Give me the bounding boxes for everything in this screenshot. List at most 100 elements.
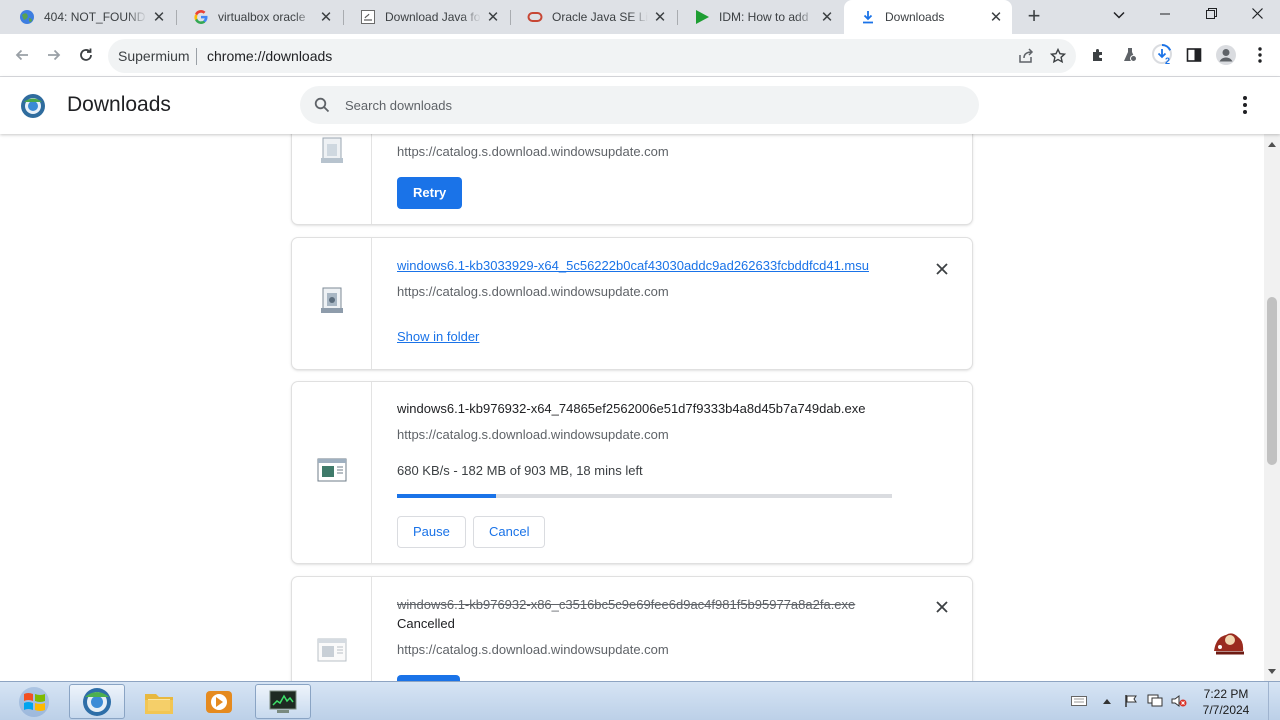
tab-close-icon[interactable]: ✕ [984,8,1008,26]
volume-muted-icon[interactable] [1170,692,1188,710]
cancel-button[interactable]: Cancel [473,516,546,548]
reload-icon[interactable] [72,41,100,69]
close-window-button[interactable] [1234,0,1280,30]
page-title: Downloads [67,93,171,116]
clock-time: 7:22 PM [1203,687,1249,701]
pause-button[interactable]: Pause [397,516,466,548]
show-desktop-button[interactable] [1268,682,1280,720]
supermium-logo-icon [20,93,46,119]
tab-search-chevron-down-icon[interactable] [1096,0,1142,30]
download-progress-text: 680 KB/s - 182 MB of 903 MB, 18 mins lef… [397,463,643,478]
keyboard-tray-icon[interactable] [1070,692,1088,710]
downloads-more-menu-icon[interactable] [1233,93,1257,117]
show-hidden-icons-arrow-icon[interactable] [1098,692,1116,710]
download-item-cancelled: windows6.1-kb976932-x86_c3516bc5c9e69fee… [292,577,972,681]
download-item-in-progress: windows6.1-kb976932-x64_74865ef2562006e5… [292,382,972,563]
clock-date: 7/7/2024 [1202,703,1250,717]
action-center-flag-icon[interactable] [1122,692,1140,710]
tab-title: Oracle Java SE Lice [552,10,648,24]
java-favicon-icon [360,9,376,25]
tab-strip: 404: NOT_FOUND ✕ virtualbox oracle ✕ Dow… [0,0,1280,34]
download-item: windows6.1-kb3033929-x64_5c56222b0caf430… [292,238,972,369]
page-scrollbar[interactable] [1264,134,1280,681]
tab-idm-how-to[interactable]: IDM: How to add ✕ [678,0,843,34]
tab-title: Download Java for [385,10,481,24]
download-source-url[interactable]: https://catalog.s.download.windowsupdate… [397,144,669,159]
google-favicon-icon [193,9,209,25]
search-input[interactable] [345,86,945,124]
url-text[interactable]: chrome://downloads [207,48,332,64]
tab-title: IDM: How to add [719,10,809,24]
tab-downloads[interactable]: Downloads ✕ [844,0,1012,34]
exe-file-icon [317,637,347,668]
download-filename: windows6.1-kb976932-x64_74865ef2562006e5… [397,401,866,416]
download-filename: windows6.1-kb976932-x86_c3516bc5c9e69fee… [397,597,856,612]
download-item: https://catalog.s.download.windowsupdate… [292,134,972,224]
remove-download-close-icon[interactable] [934,261,950,277]
browser-toolbar: Supermium chrome://downloads 2 [0,34,1280,77]
bookmark-star-icon[interactable] [1044,42,1072,70]
download-progress-icon [1152,44,1172,64]
new-tab-button[interactable]: + [1021,4,1047,30]
download-source-url[interactable]: https://catalog.s.download.windowsupdate… [397,427,669,442]
remove-download-close-icon[interactable] [934,599,950,615]
scroll-down-arrow-icon[interactable] [1264,663,1280,679]
download-source-url[interactable]: https://catalog.s.download.windowsupdate… [397,284,669,299]
browser-menu-icon[interactable] [1246,41,1274,69]
download-progress-fill [397,494,496,498]
download-favicon-icon [860,9,876,25]
exe-file-icon [317,457,347,488]
downloads-list: https://catalog.s.download.windowsupdate… [0,134,1264,681]
installer-file-icon [318,136,346,171]
taskbar-task-manager-icon[interactable] [255,684,311,719]
extensions-puzzle-icon[interactable] [1084,41,1112,69]
downloads-header: Downloads [0,77,1280,134]
back-arrow-icon[interactable] [8,41,36,69]
tab-title: 404: NOT_FOUND [44,10,146,24]
download-progress-bar [397,494,892,498]
search-icon [314,97,330,118]
msu-installer-file-icon [318,286,346,321]
show-in-folder-link[interactable]: Show in folder [397,329,479,344]
tab-close-icon[interactable]: ✕ [147,8,171,26]
windows-start-button[interactable] [14,685,54,719]
tab-close-icon[interactable]: ✕ [815,8,839,26]
taskbar-media-player-icon[interactable] [191,684,247,719]
share-icon[interactable] [1012,42,1040,70]
tab-close-icon[interactable]: ✕ [648,8,672,26]
tab-download-java[interactable]: Download Java for ✕ [344,0,509,34]
download-filename-link[interactable]: windows6.1-kb3033929-x64_5c56222b0caf430… [397,258,869,273]
scrollbar-thumb[interactable] [1267,297,1277,465]
taskbar-chromium-browser-icon[interactable] [69,684,125,719]
system-clock[interactable]: 7:22 PM 7/7/2024 [1196,686,1256,718]
taskbar-file-explorer-icon[interactable] [131,684,187,719]
desktop-mascot-icon [1210,627,1248,662]
tab-close-icon[interactable]: ✕ [314,8,338,26]
idm-favicon-icon [694,9,710,25]
tab-title: virtualbox oracle [218,10,306,24]
globe-favicon-icon [19,9,35,25]
downloads-toolbar-button[interactable]: 2 [1148,41,1176,69]
network-tray-icon[interactable] [1146,692,1164,710]
tab-close-icon[interactable]: ✕ [481,8,505,26]
scroll-up-arrow-icon[interactable] [1264,136,1280,152]
download-source-url[interactable]: https://catalog.s.download.windowsupdate… [397,642,669,657]
extension-beaker-icon[interactable] [1116,41,1144,69]
site-chip: Supermium [118,48,190,64]
search-downloads-box[interactable] [300,86,979,124]
oracle-favicon-icon [527,9,543,25]
profile-avatar-icon[interactable] [1212,41,1240,69]
minimize-button[interactable] [1142,0,1188,30]
tab-oracle-java-license[interactable]: Oracle Java SE Lice ✕ [511,0,676,34]
tab-title: Downloads [885,10,945,24]
address-bar[interactable]: Supermium chrome://downloads [108,39,1076,73]
restore-button[interactable] [1188,0,1234,30]
windows-taskbar: 7:22 PM 7/7/2024 [0,681,1280,720]
forward-arrow-icon[interactable] [40,41,68,69]
download-status: Cancelled [397,616,455,631]
tab-virtualbox-search[interactable]: virtualbox oracle ✕ [177,0,342,34]
side-panel-icon[interactable] [1180,41,1208,69]
tab-404[interactable]: 404: NOT_FOUND ✕ [3,0,175,34]
retry-button[interactable]: Retry [397,177,463,209]
download-count-badge: 2 [1165,56,1171,66]
